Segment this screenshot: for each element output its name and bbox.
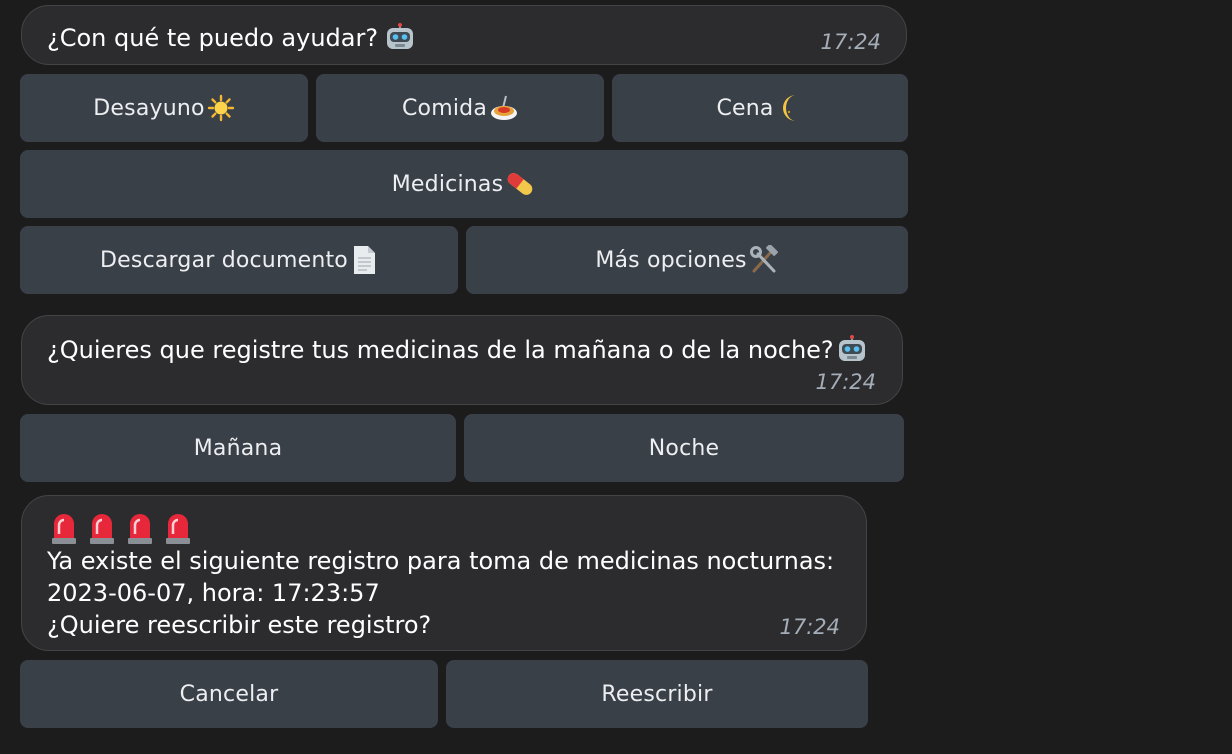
button-label: Cancelar bbox=[179, 681, 279, 707]
page-icon bbox=[350, 245, 378, 275]
noche-button[interactable]: Noche bbox=[464, 414, 904, 482]
button-label: Reescribir bbox=[601, 681, 713, 707]
siren-icon bbox=[164, 512, 192, 544]
comida-button[interactable]: Comida bbox=[316, 74, 604, 142]
button-label: Noche bbox=[648, 435, 720, 461]
message-bubble-morning-night: ¿Quieres que registre tus medicinas de l… bbox=[21, 315, 903, 405]
spaghetti-icon bbox=[490, 94, 518, 122]
message-bubble-existing-record: Ya existe el siguiente registro para tom… bbox=[21, 495, 867, 651]
manana-button[interactable]: Mañana bbox=[20, 414, 456, 482]
descargar-documento-button[interactable]: Descargar documento bbox=[20, 226, 458, 294]
hammer-wrench-icon bbox=[749, 244, 779, 275]
message-text: ¿Con qué te puedo ayudar? bbox=[47, 24, 379, 52]
message-timestamp: 17:24 bbox=[779, 615, 840, 639]
button-label: Cena bbox=[716, 95, 774, 121]
message-timestamp: 17:24 bbox=[820, 30, 881, 54]
desayuno-button[interactable]: Desayuno bbox=[20, 74, 308, 142]
robot-icon bbox=[837, 335, 865, 361]
pill-icon bbox=[504, 169, 536, 199]
button-label: Medicinas bbox=[391, 171, 504, 197]
crescent-moon-icon bbox=[780, 93, 804, 123]
reescribir-button[interactable]: Reescribir bbox=[446, 660, 868, 728]
cena-button[interactable]: Cena bbox=[612, 74, 908, 142]
message-text-line: ¿Quiere reescribir este registro? bbox=[47, 611, 432, 639]
robot-icon bbox=[385, 23, 413, 49]
sun-icon bbox=[207, 94, 235, 122]
button-label: Desayuno bbox=[93, 95, 205, 121]
siren-icon bbox=[88, 512, 116, 544]
cancelar-button[interactable]: Cancelar bbox=[20, 660, 438, 728]
mas-opciones-button[interactable]: Más opciones bbox=[466, 226, 908, 294]
button-label: Mañana bbox=[193, 435, 283, 461]
medicinas-button[interactable]: Medicinas bbox=[20, 150, 908, 218]
message-text-line: Ya existe el siguiente registro para tom… bbox=[47, 547, 835, 575]
button-label: Más opciones bbox=[595, 247, 747, 273]
message-bubble-help: ¿Con qué te puedo ayudar? 17:24 bbox=[21, 5, 907, 65]
message-text: ¿Quieres que registre tus medicinas de l… bbox=[47, 336, 834, 364]
siren-row bbox=[50, 512, 202, 544]
message-timestamp: 17:24 bbox=[815, 370, 876, 394]
siren-icon bbox=[126, 512, 154, 544]
button-label: Descargar documento bbox=[100, 247, 348, 273]
button-label: Comida bbox=[401, 95, 487, 121]
message-text-line: 2023-06-07, hora: 17:23:57 bbox=[47, 579, 380, 607]
siren-icon bbox=[50, 512, 78, 544]
